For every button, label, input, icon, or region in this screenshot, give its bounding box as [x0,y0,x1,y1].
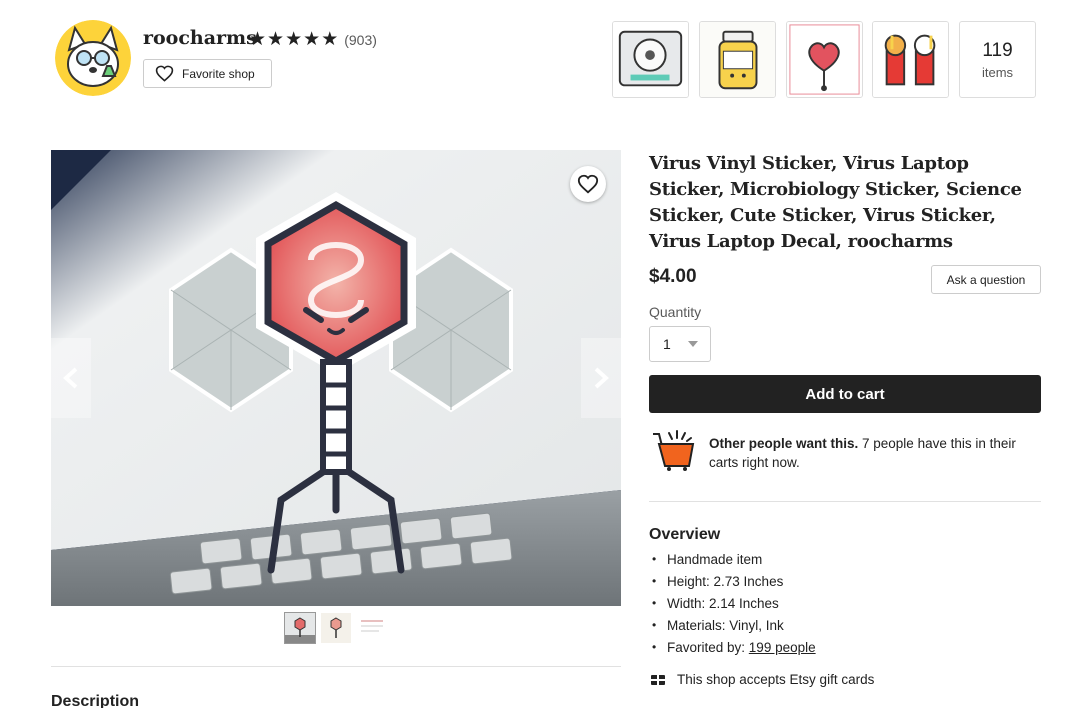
next-image-button[interactable] [581,338,621,418]
quantity-select[interactable]: 1 [649,326,711,362]
items-count-value: 119 [982,39,1013,61]
items-count-label: items [981,64,1014,80]
shop-thumb-corgi-fries[interactable] [872,21,949,98]
heart-badge-reel-image [787,22,862,97]
quantity-value: 1 [663,336,671,352]
cart-demand-message: Other people want this. 7 people have th… [709,434,1029,472]
favorite-item-button[interactable] [570,166,606,202]
star-icon: ★ [321,29,339,50]
quantity-label: Quantity [649,304,702,320]
shop-items-count[interactable]: 119 items [959,21,1036,98]
chevron-left-icon [63,367,78,389]
heart-outline-icon [155,65,174,82]
ask-question-button[interactable]: Ask a question [931,265,1041,294]
image-thumbnail-3[interactable] [357,613,387,643]
heart-outline-icon [577,174,599,194]
favorite-shop-button[interactable]: Favorite shop [143,59,272,88]
gift-card-notice: This shop accepts Etsy gift cards [651,672,874,687]
virus-sticker-photo [51,150,621,606]
overview-item: Height: 2.73 Inches [652,572,816,594]
pill-bottle-sticker-image [700,22,775,97]
thumbnail-photo [285,613,315,643]
overview-item: Handmade item [652,550,816,572]
thumbnail-photo [357,613,387,643]
shop-thumb-petri-dish[interactable] [612,21,689,98]
star-icon: ★ [249,29,267,50]
section-divider [649,501,1041,502]
star-icon: ★ [303,29,321,50]
listing-price: $4.00 [649,266,697,287]
shop-thumb-pill-bottle[interactable] [699,21,776,98]
cart-icon [653,430,695,471]
rating-count: (903) [344,32,377,48]
overview-heading[interactable]: Overview [649,526,720,544]
image-thumbnail-2[interactable] [321,613,351,643]
shop-avatar[interactable] [55,20,131,96]
chevron-right-icon [594,367,609,389]
shop-rating[interactable]: ★ ★ ★ ★ ★ (903) [249,30,377,50]
add-to-cart-button[interactable]: Add to cart [649,375,1041,413]
shop-thumb-heart-badge[interactable] [786,21,863,98]
listing-title: Virus Vinyl Sticker, Virus Laptop Sticke… [649,153,1022,252]
overview-item: Width: 2.14 Inches [652,594,816,616]
image-thumbnail-1[interactable] [284,612,316,644]
star-icon: ★ [285,29,303,50]
demand-headline: Other people want this. [709,436,859,451]
section-divider [51,666,621,667]
petri-dish-sticker-image [613,22,688,97]
thumbnail-photo [321,613,351,643]
caret-down-icon [688,341,698,347]
favorited-by-link[interactable]: 199 people [749,640,816,655]
gift-card-icon [651,674,665,685]
overview-item: Materials: Vinyl, Ink [652,616,816,638]
favorited-prefix: Favorited by: [667,640,749,655]
overview-item: Favorited by: 199 people [652,638,816,660]
gift-card-text: This shop accepts Etsy gift cards [677,672,875,687]
overview-list: Handmade item Height: 2.73 Inches Width:… [652,550,816,660]
corgi-fries-pin-image [873,22,948,97]
rating-stars: ★ ★ ★ ★ ★ [249,30,338,50]
description-heading[interactable]: Description [51,693,139,708]
shop-name[interactable]: roocharms [143,27,257,49]
corgi-scientist-logo [55,20,131,96]
main-listing-image[interactable] [51,150,621,606]
star-icon: ★ [267,29,285,50]
favorite-shop-label: Favorite shop [182,66,255,81]
previous-image-button[interactable] [51,338,91,418]
